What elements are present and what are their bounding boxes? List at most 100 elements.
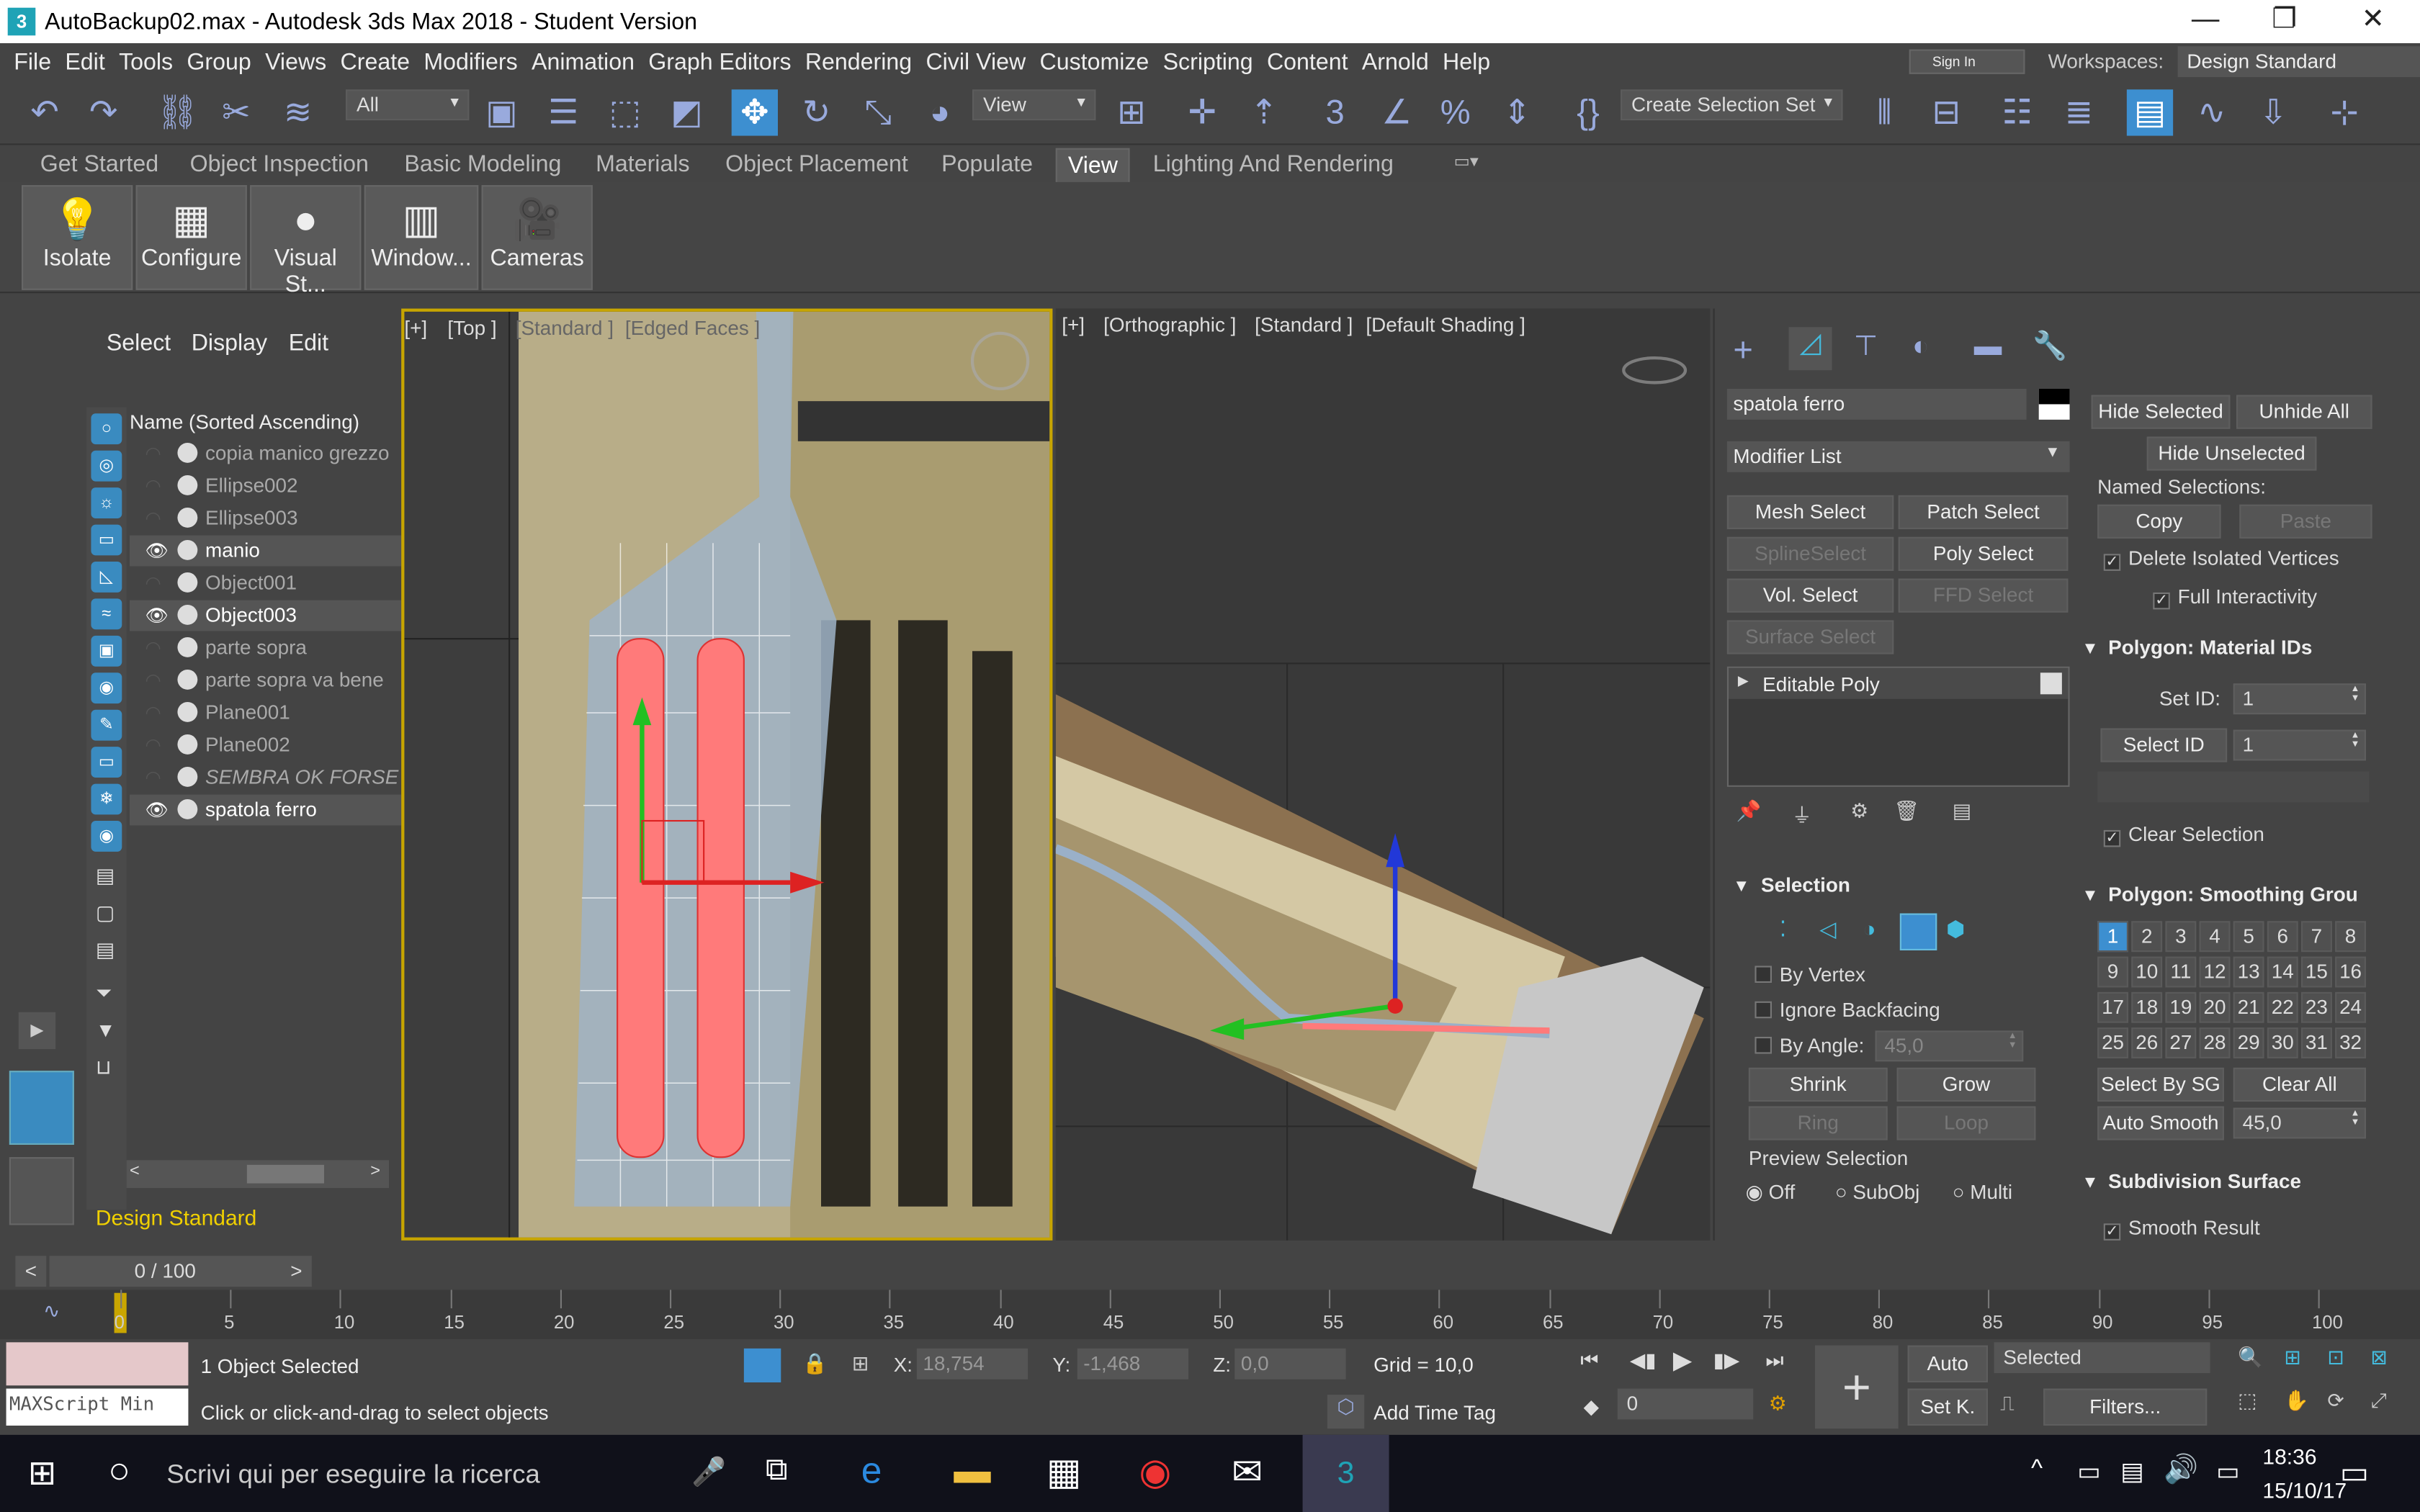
menu-help[interactable]: Help bbox=[1443, 49, 1490, 75]
ignore-backfacing-check[interactable] bbox=[1754, 1001, 1772, 1019]
visibility-eye-icon[interactable]: ◠ bbox=[145, 509, 169, 528]
ring-button[interactable]: Ring bbox=[1748, 1106, 1888, 1140]
grow-button[interactable]: Grow bbox=[1896, 1067, 2036, 1102]
smoothing-group-button[interactable]: 32 bbox=[2335, 1027, 2366, 1058]
smoothing-rollout-title[interactable]: Polygon: Smoothing Grou bbox=[2108, 883, 2358, 906]
surface-select-button[interactable]: Surface Select bbox=[1726, 620, 1894, 654]
freeze-toggle-icon[interactable] bbox=[177, 475, 198, 495]
absolute-mode-icon[interactable]: ⊞ bbox=[852, 1351, 869, 1376]
filter-layers-icon[interactable]: ⊔ bbox=[96, 1056, 112, 1080]
tab-basic-modeling[interactable]: Basic Modeling bbox=[404, 151, 561, 177]
key-filter-dropdown[interactable]: Selected bbox=[1994, 1342, 2210, 1374]
tab-lighting-and-rendering[interactable]: Lighting And Rendering bbox=[1153, 151, 1394, 177]
se-horizontal-scrollbar[interactable]: < > bbox=[126, 1160, 389, 1188]
edge-browser-icon[interactable]: e bbox=[861, 1450, 882, 1493]
vp-top-shading-label[interactable]: [Standard ] bbox=[516, 316, 614, 339]
minimize-icon[interactable]: — bbox=[2192, 3, 2220, 35]
language-icon[interactable]: ▭ bbox=[2216, 1457, 2239, 1488]
filter-selected-icon[interactable]: ▤ bbox=[96, 938, 115, 963]
smoothing-group-button[interactable]: 6 bbox=[2267, 921, 2298, 953]
se-menu-select[interactable]: Select bbox=[107, 330, 171, 356]
se-workspace-label[interactable]: Design Standard bbox=[96, 1205, 256, 1230]
smoothing-group-button[interactable]: 17 bbox=[2097, 991, 2128, 1023]
menu-content[interactable]: Content bbox=[1267, 49, 1348, 75]
rect-selection-icon[interactable]: ⬚ bbox=[602, 89, 648, 135]
smoothing-group-button[interactable]: 4 bbox=[2199, 921, 2231, 953]
freeze-toggle-icon[interactable] bbox=[177, 637, 198, 657]
clear-selection-check[interactable]: ✓ bbox=[2103, 829, 2121, 847]
current-frame-field[interactable]: 0 bbox=[1617, 1388, 1754, 1420]
filter-cameras-icon[interactable]: ▭ bbox=[91, 524, 122, 556]
ffd-select-button[interactable]: FFD Select bbox=[1898, 578, 2069, 613]
menu-rendering[interactable]: Rendering bbox=[805, 49, 912, 75]
vp-ortho-shading-label[interactable]: [Standard ] bbox=[1255, 313, 1353, 336]
polygon-mode-icon[interactable] bbox=[1899, 913, 1937, 950]
smoothing-group-button[interactable]: 29 bbox=[2233, 1027, 2264, 1058]
smoothing-group-button[interactable]: 18 bbox=[2131, 991, 2163, 1023]
vp-ortho-plus-menu[interactable]: [+] bbox=[1062, 313, 1085, 336]
volume-icon[interactable]: 🔊 bbox=[2164, 1454, 2198, 1486]
visibility-eye-icon[interactable]: ◠ bbox=[145, 768, 169, 787]
track-bar[interactable]: ∿ 0 5 10 15 20 25 30 35 40 45 50 55 60 65 70 75 80 85 90 95… bbox=[0, 1290, 2420, 1339]
selection-filter-dropdown[interactable]: All bbox=[346, 89, 470, 121]
smoothing-group-button[interactable]: 8 bbox=[2335, 921, 2366, 953]
filter-helpers-icon[interactable]: ◺ bbox=[91, 562, 122, 593]
smoothing-group-button[interactable]: 10 bbox=[2131, 956, 2163, 988]
undo-icon[interactable]: ↶ bbox=[22, 89, 68, 135]
3dsmax-taskbar-icon[interactable]: 3 bbox=[1302, 1434, 1389, 1512]
key-tangent-icon[interactable]: ⎍ bbox=[2000, 1392, 2015, 1416]
time-slider[interactable]: 0 / 100 bbox=[49, 1256, 282, 1287]
show-end-result-icon[interactable]: ⏚ bbox=[1792, 799, 1812, 829]
element-mode-icon[interactable]: ⬢ bbox=[1946, 917, 1965, 942]
window-button[interactable]: ▥ Window... bbox=[364, 185, 479, 290]
clear-selection-checkbox[interactable]: ✓ Clear Selection bbox=[2103, 822, 2264, 847]
filter-shapes-icon[interactable]: ◎ bbox=[91, 450, 122, 482]
expand-icon[interactable]: ▶ bbox=[18, 1012, 56, 1050]
smoothing-rollout-arrow[interactable]: ▾ bbox=[2085, 883, 2095, 907]
smoothing-group-button[interactable]: 30 bbox=[2267, 1027, 2298, 1058]
menu-arnold[interactable]: Arnold bbox=[1362, 49, 1429, 75]
subdiv-rollout-title[interactable]: Subdivision Surface bbox=[2108, 1169, 2301, 1192]
time-config-icon[interactable]: ⚙ bbox=[1769, 1392, 1787, 1416]
cameras-button[interactable]: 🎥 Cameras bbox=[481, 185, 593, 290]
freeze-toggle-icon[interactable] bbox=[177, 572, 198, 593]
selection-rollout-title[interactable]: Selection bbox=[1761, 873, 1850, 896]
se-menu-display[interactable]: Display bbox=[192, 330, 267, 356]
move-icon[interactable]: ✥ bbox=[731, 89, 778, 136]
visual-style-button[interactable]: ● Visual St... bbox=[250, 185, 362, 298]
scale-icon[interactable]: ⤡ bbox=[855, 89, 901, 135]
smoothing-group-button[interactable]: 20 bbox=[2199, 991, 2231, 1023]
pin-stack-icon[interactable]: 📌 bbox=[1736, 799, 1762, 824]
restore-icon[interactable]: ❐ bbox=[2272, 3, 2297, 35]
list-item[interactable]: ◠ Object001 bbox=[130, 568, 442, 599]
hierarchy-tab-icon[interactable]: ⊤ bbox=[1854, 330, 1878, 363]
placement-icon[interactable]: ◕ bbox=[917, 89, 963, 135]
expand-arrow-icon[interactable]: ▶ bbox=[1738, 672, 1749, 690]
smoothing-group-button[interactable]: 11 bbox=[2165, 956, 2197, 988]
play-icon[interactable]: ▶ bbox=[1673, 1346, 1692, 1377]
select-id-spinner[interactable]: 1 bbox=[2233, 729, 2366, 761]
visibility-eye-icon[interactable]: ◠ bbox=[145, 671, 169, 690]
spinner-snap-icon[interactable]: ⇕ bbox=[1494, 89, 1540, 135]
set-id-spinner[interactable]: 1 bbox=[2233, 683, 2366, 715]
visibility-eye-icon[interactable]: ◠ bbox=[145, 477, 169, 495]
visibility-eye-icon[interactable]: ◠ bbox=[145, 639, 169, 657]
pivot-icon[interactable]: ⊞ bbox=[1108, 89, 1155, 135]
vp-top-edged-label[interactable]: [Edged Faces ] bbox=[625, 316, 760, 339]
tab-view[interactable]: View bbox=[1055, 148, 1131, 184]
vp-ortho-view-label[interactable]: [Orthographic ] bbox=[1103, 313, 1236, 336]
time-tag-icon[interactable]: ⬡ bbox=[1327, 1395, 1365, 1429]
tab-object-placement[interactable]: Object Placement bbox=[725, 151, 908, 177]
list-item[interactable]: ◠ SEMBRA OK FORSE bbox=[130, 762, 442, 793]
filter-all-icon[interactable]: ▼ bbox=[96, 1018, 116, 1041]
list-item[interactable]: 👁 Object003 bbox=[130, 600, 442, 631]
paste-button[interactable]: Paste bbox=[2239, 504, 2372, 539]
spline-select-button[interactable]: SplineSelect bbox=[1726, 536, 1894, 571]
add-time-tag[interactable]: Add Time Tag bbox=[1373, 1401, 1496, 1424]
matid-rollout-arrow[interactable]: ▾ bbox=[2085, 636, 2095, 660]
unlink-icon[interactable]: ✂ bbox=[213, 89, 259, 135]
prev-frame-icon[interactable]: < bbox=[15, 1256, 47, 1287]
menu-civil-view[interactable]: Civil View bbox=[926, 49, 1026, 75]
ignore-backfacing-checkbox[interactable]: Ignore Backfacing bbox=[1754, 998, 1940, 1022]
mail-icon[interactable]: ✉ bbox=[1232, 1450, 1263, 1495]
